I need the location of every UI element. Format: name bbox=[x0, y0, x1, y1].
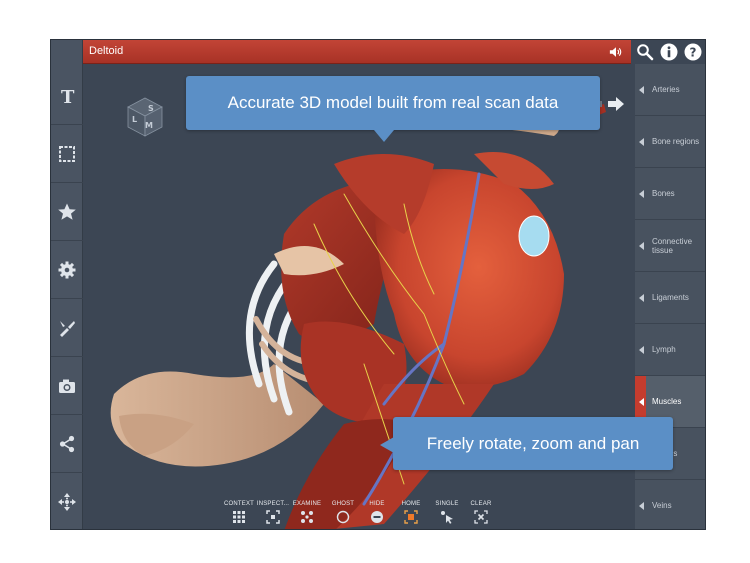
camera-icon bbox=[59, 379, 75, 393]
category-arteries[interactable]: Arteries bbox=[635, 64, 705, 116]
category-connective-tissue[interactable]: Connective tissue bbox=[635, 220, 705, 272]
callout-tail bbox=[380, 437, 394, 453]
category-label: Bones bbox=[652, 189, 675, 198]
single-label: SINGLE bbox=[435, 501, 459, 507]
cube-face-front: M bbox=[145, 121, 153, 130]
hide-button[interactable]: HIDE bbox=[359, 501, 395, 529]
cube-face-side: L bbox=[132, 115, 137, 124]
star-icon bbox=[58, 203, 76, 220]
expand-arrow-icon bbox=[639, 85, 644, 94]
expand-arrow-icon bbox=[639, 345, 644, 354]
category-label: Ligaments bbox=[652, 293, 689, 302]
move-tool[interactable] bbox=[51, 473, 83, 529]
clear-button[interactable]: CLEAR bbox=[463, 501, 499, 529]
single-button[interactable]: SINGLE bbox=[429, 501, 465, 529]
single-icon bbox=[441, 511, 453, 524]
callout-scan-text: Accurate 3D model built from real scan d… bbox=[227, 93, 559, 112]
ghost-icon bbox=[336, 510, 350, 524]
structure-title: Deltoid bbox=[89, 45, 124, 57]
callout-rotate-text: Freely rotate, zoom and pan bbox=[426, 433, 640, 453]
share-icon bbox=[59, 435, 75, 452]
clear-label: CLEAR bbox=[470, 501, 492, 507]
examine-button[interactable]: EXAMINE bbox=[289, 501, 325, 529]
share-tool[interactable] bbox=[51, 415, 83, 473]
svg-text:?: ? bbox=[690, 46, 697, 60]
settings-tool[interactable] bbox=[51, 241, 83, 299]
search-icon[interactable] bbox=[636, 43, 654, 61]
home-label: HOME bbox=[401, 501, 421, 507]
expand-arrow-icon bbox=[639, 501, 644, 510]
category-label: Muscles bbox=[652, 397, 682, 406]
examine-icon bbox=[301, 511, 313, 523]
text-tool[interactable]: T bbox=[51, 67, 83, 125]
speaker-icon[interactable] bbox=[609, 45, 623, 59]
examine-label: EXAMINE bbox=[292, 501, 322, 507]
category-label: Veins bbox=[652, 501, 672, 510]
category-label: Bone regions bbox=[652, 137, 700, 146]
navigation-cube[interactable]: S M L bbox=[124, 96, 166, 138]
category-label: Connective tissue bbox=[652, 236, 693, 255]
cube-face-top: S bbox=[148, 104, 154, 113]
bottom-toolbar: CONTEXT INSPECT... EXAMINE GHOST HIDE HO… bbox=[221, 501, 501, 529]
expand-arrow-icon bbox=[639, 137, 644, 146]
inspect-label: INSPECT... bbox=[256, 501, 290, 507]
hide-label: HIDE bbox=[369, 501, 385, 507]
feature-callout-rotate: Freely rotate, zoom and pan bbox=[380, 417, 673, 470]
top-icons: ? bbox=[631, 40, 705, 64]
ghost-button[interactable]: GHOST bbox=[325, 501, 361, 529]
help-icon[interactable]: ? bbox=[684, 43, 702, 61]
redo-arrow-icon[interactable] bbox=[608, 97, 624, 111]
inspect-icon bbox=[266, 510, 280, 524]
hide-icon bbox=[371, 511, 383, 523]
category-veins[interactable]: Veins bbox=[635, 480, 705, 529]
select-tool[interactable] bbox=[51, 125, 83, 183]
scalpel-icon bbox=[60, 320, 75, 337]
category-bone-regions[interactable]: Bone regions bbox=[635, 116, 705, 168]
home-button[interactable]: HOME bbox=[393, 501, 429, 529]
ghost-label: GHOST bbox=[331, 501, 355, 507]
category-lymph[interactable]: Lymph bbox=[635, 324, 705, 376]
svg-text:T: T bbox=[61, 87, 75, 106]
inspect-button[interactable]: INSPECT... bbox=[255, 501, 291, 529]
expand-arrow-icon bbox=[639, 293, 644, 302]
move-icon bbox=[58, 493, 76, 511]
category-label: Arteries bbox=[652, 85, 680, 94]
home-icon bbox=[404, 510, 418, 524]
info-icon[interactable] bbox=[660, 43, 678, 61]
category-bones[interactable]: Bones bbox=[635, 168, 705, 220]
category-ligaments[interactable]: Ligaments bbox=[635, 272, 705, 324]
expand-arrow-icon bbox=[639, 397, 644, 406]
selection-icon bbox=[59, 145, 75, 162]
favorites-tool[interactable] bbox=[51, 183, 83, 241]
header-bar: Deltoid bbox=[83, 40, 631, 64]
context-button[interactable]: CONTEXT bbox=[221, 501, 257, 529]
gear-icon bbox=[58, 261, 76, 278]
left-toolbar: T bbox=[51, 40, 83, 529]
context-label: CONTEXT bbox=[223, 501, 255, 507]
callout-tail bbox=[374, 130, 394, 142]
context-icon bbox=[233, 511, 245, 523]
camera-tool[interactable] bbox=[51, 357, 83, 415]
expand-arrow-icon bbox=[639, 189, 644, 198]
clear-icon bbox=[474, 510, 488, 524]
feature-callout-scan: Accurate 3D model built from real scan d… bbox=[186, 76, 600, 142]
dissect-tool[interactable] bbox=[51, 299, 83, 357]
category-label: Lymph bbox=[652, 345, 676, 354]
expand-arrow-icon bbox=[639, 241, 644, 250]
text-icon: T bbox=[61, 87, 75, 106]
